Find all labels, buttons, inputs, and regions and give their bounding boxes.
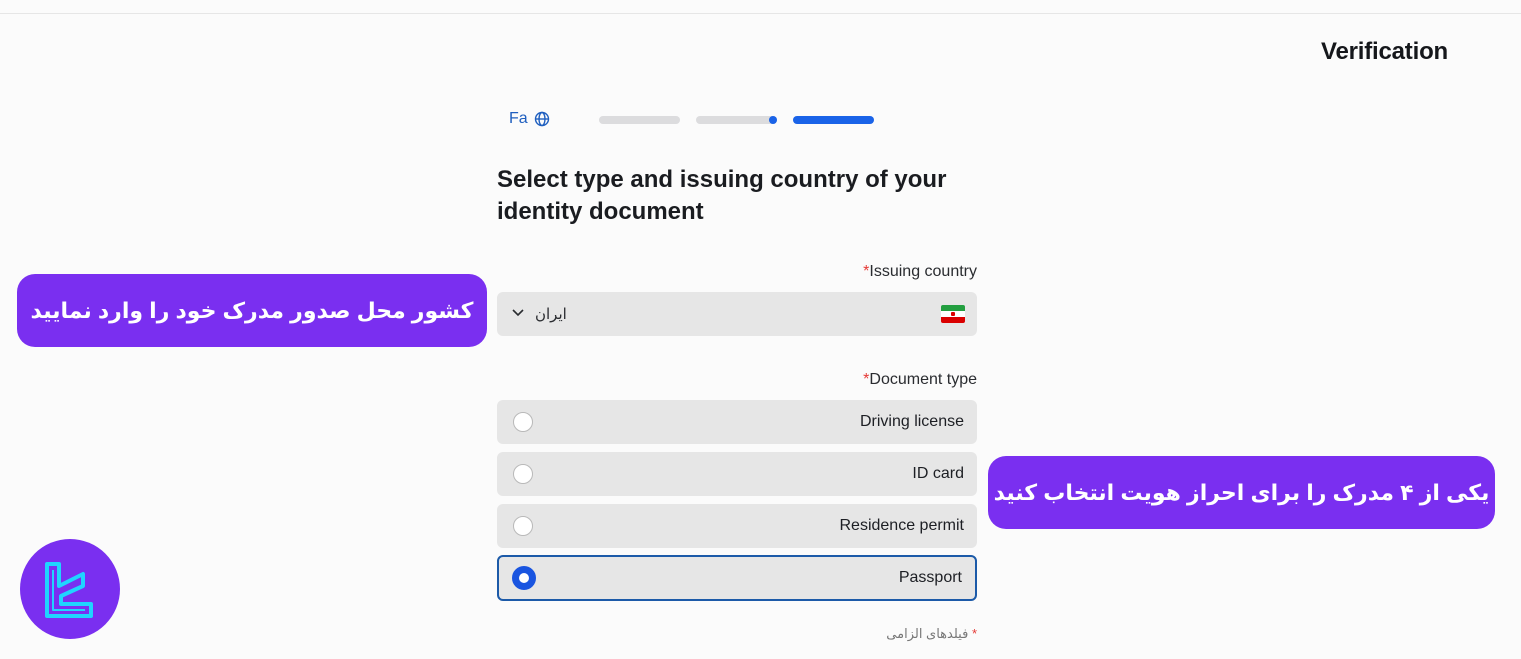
document-option-label: Residence permit <box>839 517 965 534</box>
document-type-label-text: Document type <box>869 371 977 388</box>
progress-steps <box>599 116 874 124</box>
progress-step-2 <box>696 116 777 124</box>
required-note-text: فیلدهای الزامی <box>886 626 969 641</box>
callout-issuing-country: کشور محل صدور مدرک خود را وارد نمایید <box>17 274 487 347</box>
document-option-residence-permit[interactable]: Residence permit <box>497 504 977 548</box>
iran-flag-icon <box>941 305 965 323</box>
radio-button[interactable] <box>513 516 533 536</box>
verification-page: Verification Fa Select type and issuing … <box>0 0 1521 659</box>
globe-icon <box>534 111 550 127</box>
document-option-driving-license[interactable]: Driving license <box>497 400 977 444</box>
issuing-country-select[interactable]: ایران <box>497 292 977 336</box>
required-asterisk: * <box>971 626 977 641</box>
document-type-label: *Document type <box>863 371 977 389</box>
document-option-passport[interactable]: Passport <box>497 555 977 601</box>
radio-button[interactable] <box>513 412 533 432</box>
issuing-country-value: ایران <box>535 306 567 323</box>
issuing-country-label-text: Issuing country <box>869 263 977 280</box>
issuing-country-label: *Issuing country <box>863 263 977 281</box>
chevron-down-icon <box>511 305 525 323</box>
document-option-label: Driving license <box>859 413 964 430</box>
radio-button[interactable] <box>513 464 533 484</box>
radio-button-selected[interactable] <box>512 566 536 590</box>
required-fields-note: * فیلدهای الزامی <box>886 626 977 642</box>
language-switcher[interactable]: Fa <box>509 110 550 128</box>
language-label: Fa <box>509 110 528 127</box>
top-bar <box>0 0 1521 14</box>
progress-step-3 <box>793 116 874 124</box>
brand-logo <box>20 539 120 639</box>
form-heading: Select type and issuing country of your … <box>497 166 947 225</box>
progress-step-1 <box>599 116 680 124</box>
page-title: Verification <box>1321 38 1448 65</box>
callout-document-type: یکی از ۴ مدرک را برای احراز هویت انتخاب … <box>988 456 1495 529</box>
document-option-id-card[interactable]: ID card <box>497 452 977 496</box>
document-option-label: Passport <box>898 569 962 586</box>
document-option-label: ID card <box>912 465 964 482</box>
